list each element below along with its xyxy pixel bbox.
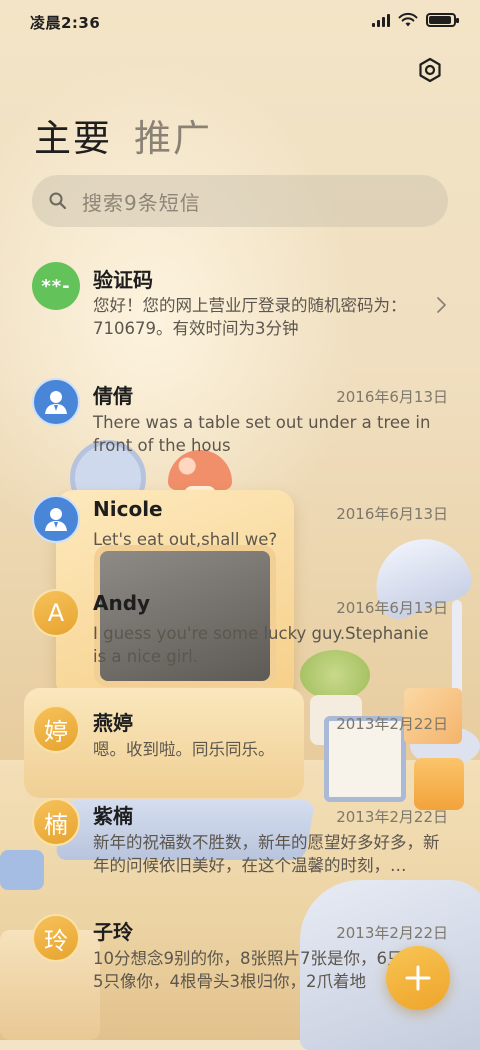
status-bar: 凌晨2:36 <box>0 0 480 44</box>
conversation-snippet: I guess you're some lucky guy.Stephanie … <box>93 624 429 666</box>
conversation-item[interactable]: A Andy 2016年6月13日 I guess you're some lu… <box>0 579 480 679</box>
signal-icon <box>372 13 390 27</box>
contact-avatar: 婷 <box>32 705 80 753</box>
contact-avatar: 楠 <box>32 798 80 846</box>
conversation-item[interactable]: 楠 紫楠 2013年2月22日 新年的祝福数不胜数，新年的愿望好多好多，新年的问… <box>0 788 480 888</box>
hexagon-settings-icon <box>419 57 441 83</box>
conversation-date: 2016年6月13日 <box>336 599 448 617</box>
conversation-date: 2013年2月22日 <box>336 924 448 942</box>
status-time: 凌晨2:36 <box>30 14 101 32</box>
plus-icon <box>405 965 431 991</box>
conversation-snippet: Let's eat out,shall we? <box>93 530 278 549</box>
conversation-item[interactable]: **- 验证码 您好！您的网上营业厅登录的随机密码为：710679。有效时间为3… <box>0 248 480 358</box>
conversation-date: 2013年2月22日 <box>336 715 448 733</box>
conversation-item[interactable]: 倩倩 2016年6月13日 There was a table set out … <box>0 368 480 468</box>
chevron-right-icon <box>437 297 446 313</box>
conversation-date: 2013年2月22日 <box>336 808 448 826</box>
tab-primary[interactable]: 主要 <box>34 108 112 162</box>
new-message-button[interactable] <box>386 946 450 1010</box>
contact-avatar <box>32 378 80 426</box>
contact-avatar: 玲 <box>32 914 80 962</box>
battery-icon <box>426 13 459 27</box>
wifi-icon <box>398 12 418 27</box>
person-icon <box>45 508 67 531</box>
conversation-snippet: There was a table set out under a tree i… <box>93 413 431 455</box>
conversation-name: 紫楠 <box>93 804 133 828</box>
conversation-snippet: 您好！您的网上营业厅登录的随机密码为：710679。有效时间为3分钟 <box>93 296 407 338</box>
verification-code-avatar: **- <box>32 262 80 310</box>
contact-avatar: A <box>32 589 80 637</box>
person-icon <box>45 391 67 414</box>
message-tabs: 主要 推广 <box>34 108 212 162</box>
conversation-item[interactable]: 婷 燕婷 2013年2月22日 嗯。收到啦。同乐同乐。 <box>0 695 480 775</box>
conversation-name: 燕婷 <box>93 711 133 735</box>
search-input[interactable]: 搜索9条短信 <box>32 175 448 227</box>
conversation-snippet: 新年的祝福数不胜数，新年的愿望好多好多，新年的问候依旧美好，在这个温馨的时刻，… <box>93 833 440 875</box>
conversation-name: 子玲 <box>93 920 133 944</box>
search-icon <box>49 192 67 210</box>
contact-avatar <box>32 495 80 543</box>
conversation-date: 2016年6月13日 <box>336 505 448 523</box>
tab-promotions[interactable]: 推广 <box>134 108 212 162</box>
conversation-name: Nicole <box>93 497 163 521</box>
settings-button[interactable] <box>416 56 444 84</box>
conversation-item[interactable]: Nicole 2016年6月13日 Let's eat out,shall we… <box>0 485 480 565</box>
conversation-snippet: 嗯。收到啦。同乐同乐。 <box>93 740 275 759</box>
conversation-date: 2016年6月13日 <box>336 388 448 406</box>
conversation-name: Andy <box>93 591 151 615</box>
search-placeholder: 搜索9条短信 <box>82 190 201 215</box>
conversation-name: 倩倩 <box>93 384 133 408</box>
conversation-name: 验证码 <box>93 268 153 292</box>
